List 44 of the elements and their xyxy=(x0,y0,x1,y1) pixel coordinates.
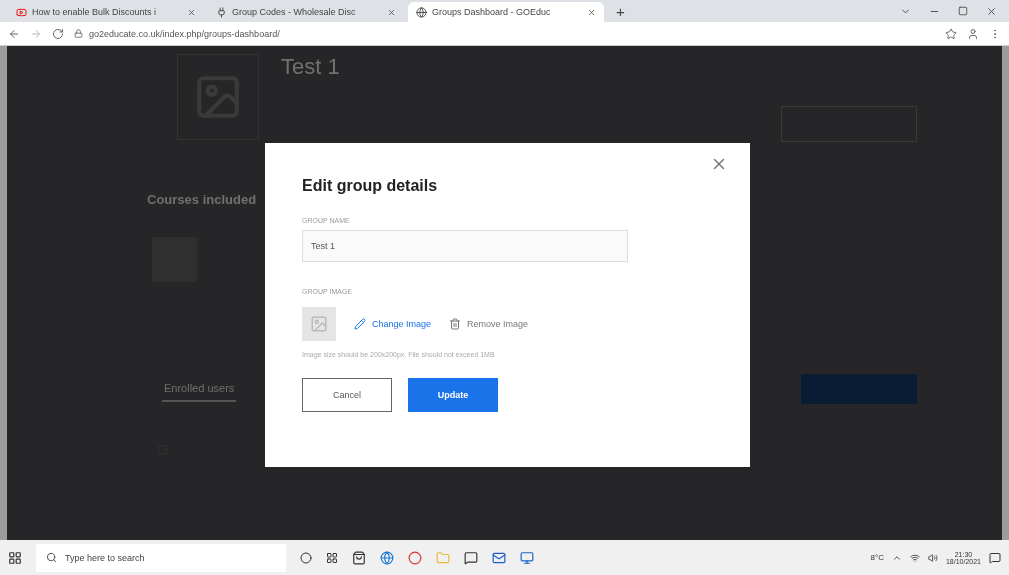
close-icon[interactable] xyxy=(587,7,596,17)
volume-icon[interactable] xyxy=(927,552,938,563)
profile-icon[interactable] xyxy=(967,27,979,40)
image-thumbnail xyxy=(302,307,336,341)
new-tab-button[interactable]: + xyxy=(608,2,633,20)
plug-icon xyxy=(216,6,227,18)
maximize-icon[interactable] xyxy=(958,5,968,16)
tab-title: How to enable Bulk Discounts i xyxy=(32,7,158,17)
task-view-icon[interactable] xyxy=(326,551,338,564)
update-button[interactable]: Update xyxy=(408,378,498,412)
reload-icon[interactable] xyxy=(52,27,64,40)
monitor-icon[interactable] xyxy=(520,550,534,565)
cancel-button[interactable]: Cancel xyxy=(302,378,392,412)
windows-start-icon[interactable] xyxy=(8,550,22,565)
lock-icon xyxy=(74,29,83,38)
notification-icon[interactable] xyxy=(989,551,1001,564)
temperature-text: 8°C xyxy=(870,553,884,562)
mail-icon[interactable] xyxy=(492,550,506,565)
taskbar-search[interactable]: Type here to search xyxy=(36,543,286,572)
browser-tab[interactable]: Group Codes - Wholesale Disc xyxy=(208,2,404,22)
chat-icon[interactable] xyxy=(464,550,478,565)
remove-image-link[interactable]: Remove Image xyxy=(449,318,529,330)
globe-icon xyxy=(416,6,427,18)
browser-tab[interactable]: How to enable Bulk Discounts i xyxy=(8,2,204,22)
close-icon[interactable] xyxy=(187,7,196,17)
edit-icon xyxy=(354,318,366,330)
close-icon[interactable] xyxy=(387,7,396,17)
star-icon[interactable] xyxy=(945,27,957,40)
group-title: Test 1 xyxy=(281,54,340,80)
search-icon xyxy=(46,552,57,563)
modal-title: Edit group details xyxy=(302,177,439,195)
tab-title: Group Codes - Wholesale Disc xyxy=(232,7,357,17)
close-icon[interactable] xyxy=(986,5,997,17)
tab-title: Groups Dashboard - GOEduc xyxy=(432,7,552,17)
section-heading: Courses included xyxy=(147,192,258,207)
url-text[interactable]: go2educate.co.uk/index.php/groups-dashboard/ xyxy=(89,28,280,39)
group-name-field[interactable]: Test 1 xyxy=(302,230,628,262)
change-image-link[interactable]: Change Image xyxy=(354,318,432,330)
store-icon[interactable] xyxy=(352,550,366,565)
back-icon[interactable] xyxy=(8,27,20,40)
video-icon xyxy=(16,6,27,18)
browser-tab[interactable]: Groups Dashboard - GOEduc xyxy=(408,2,604,22)
trash-icon xyxy=(449,318,462,330)
network-icon[interactable] xyxy=(909,552,920,563)
